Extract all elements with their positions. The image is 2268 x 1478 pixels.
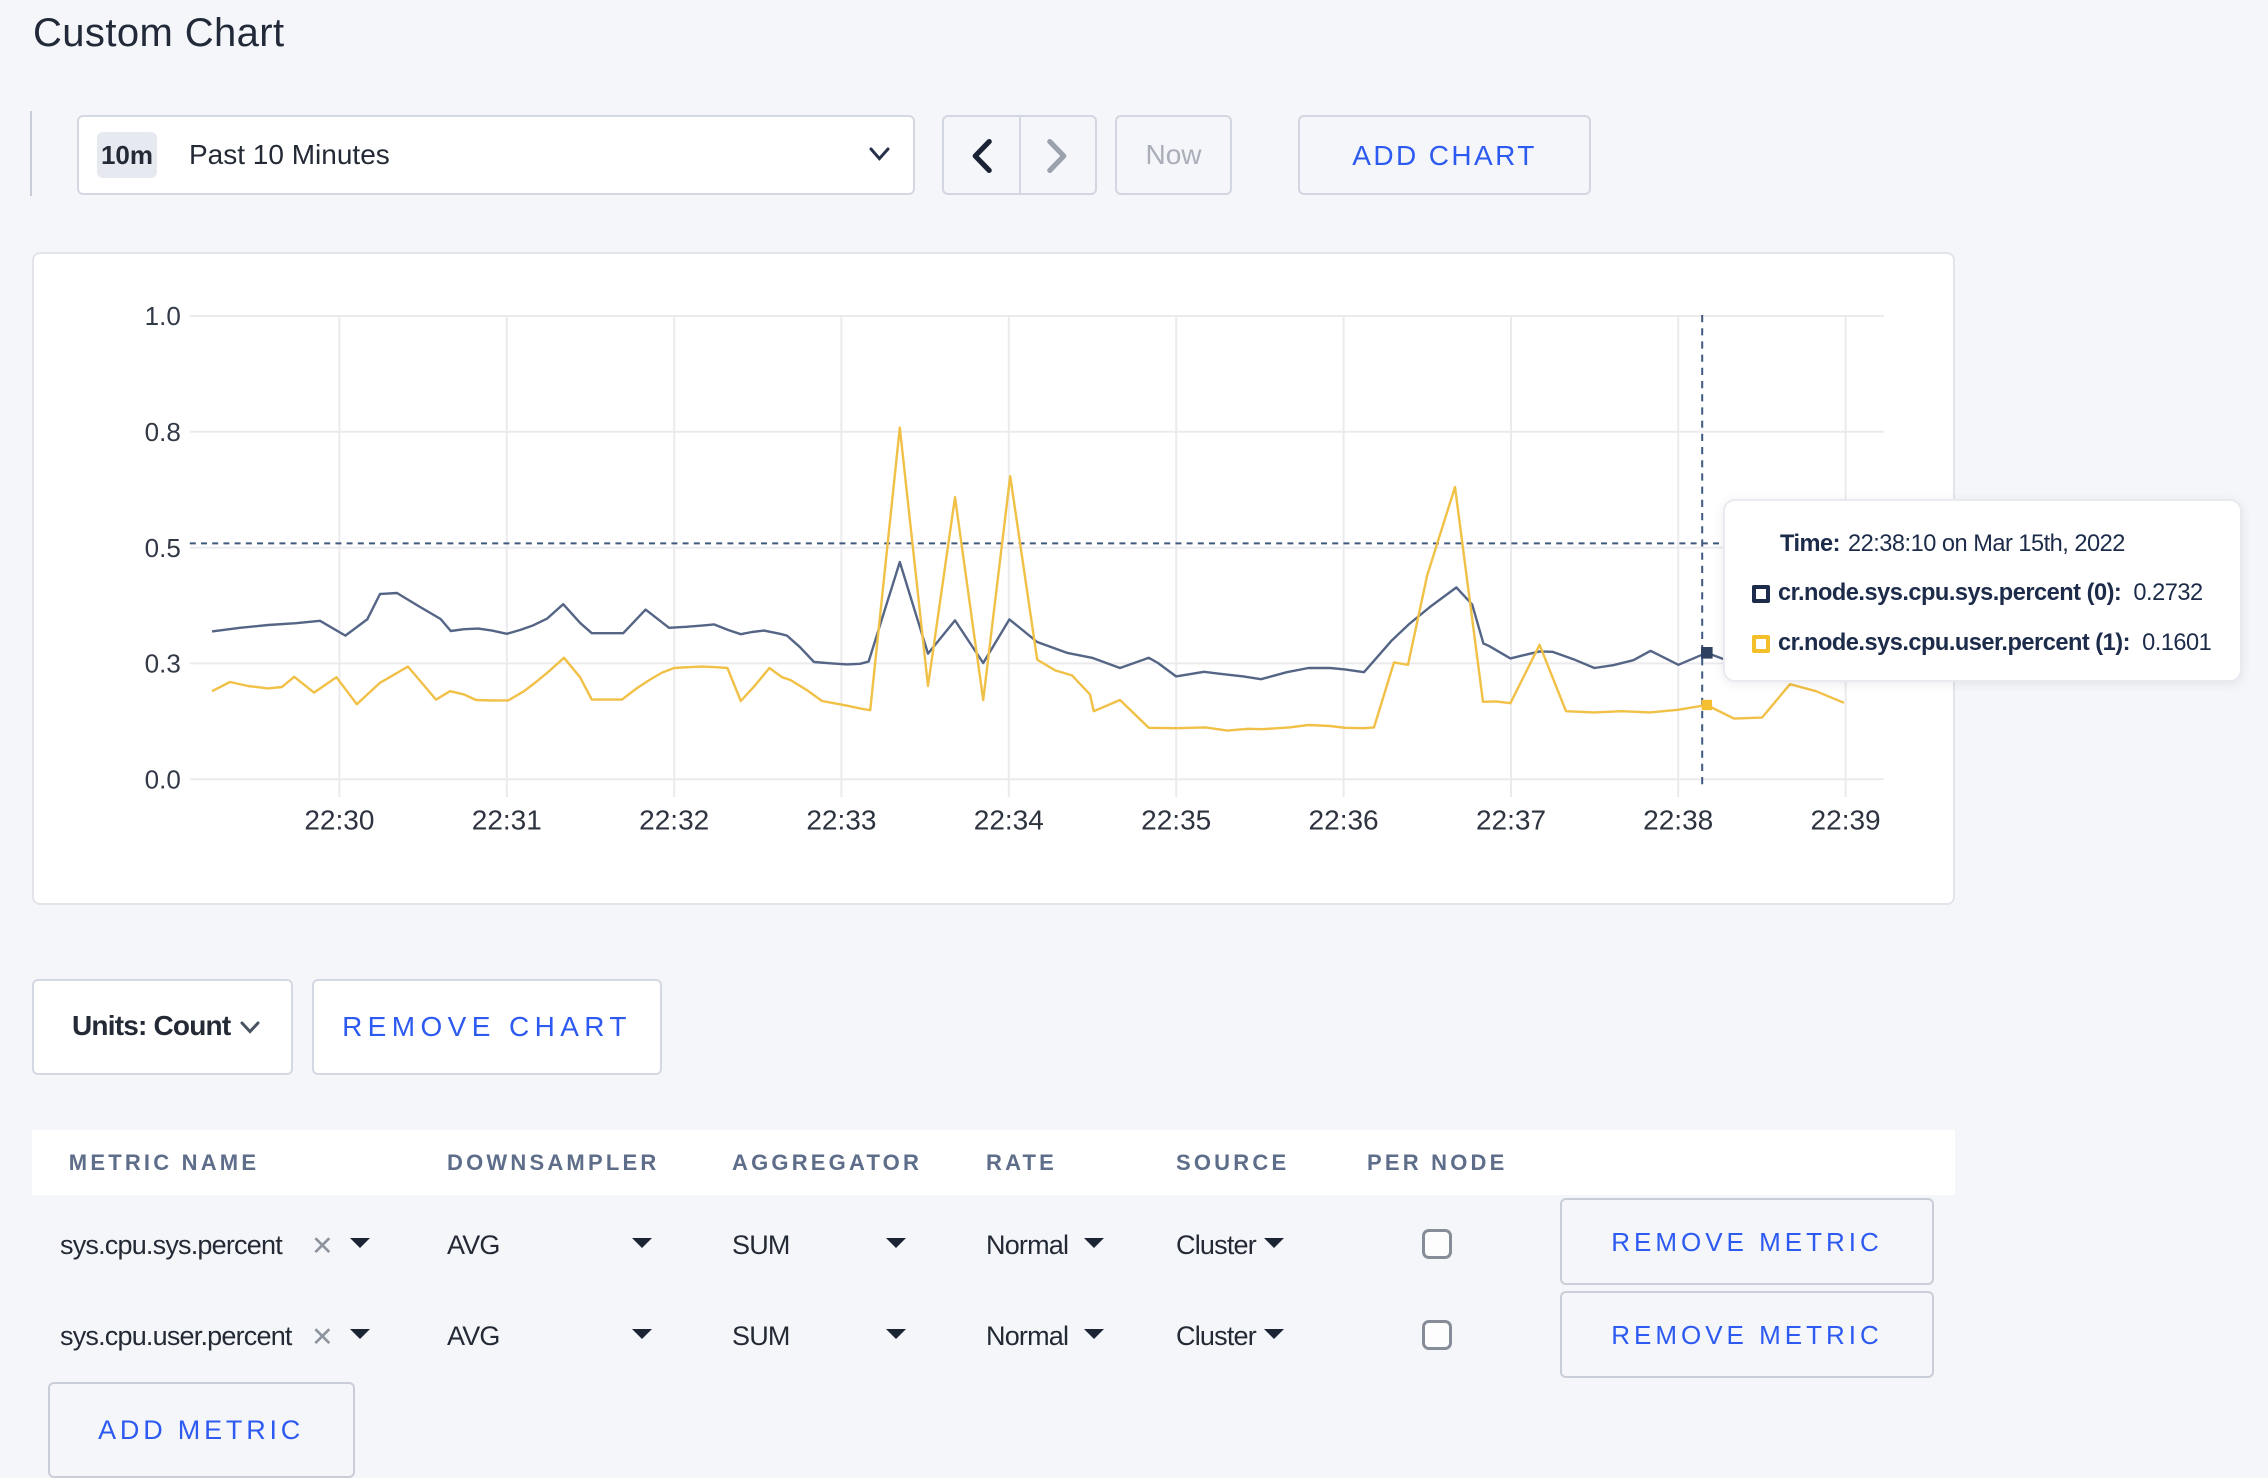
svg-text:0.3: 0.3 (145, 649, 181, 679)
svg-text:22:30: 22:30 (304, 805, 374, 836)
svg-text:22:38: 22:38 (1643, 805, 1713, 836)
svg-text:0.0: 0.0 (145, 764, 181, 794)
svg-text:22:34: 22:34 (974, 805, 1044, 836)
svg-text:0.5: 0.5 (145, 533, 181, 563)
svg-text:1.0: 1.0 (145, 301, 181, 331)
svg-text:0.8: 0.8 (145, 417, 181, 447)
svg-text:22:32: 22:32 (639, 805, 709, 836)
svg-text:22:36: 22:36 (1309, 805, 1379, 836)
svg-text:22:35: 22:35 (1141, 805, 1211, 836)
svg-text:22:33: 22:33 (806, 805, 876, 836)
svg-text:22:31: 22:31 (472, 805, 542, 836)
svg-text:22:37: 22:37 (1476, 805, 1546, 836)
svg-text:22:39: 22:39 (1811, 805, 1881, 836)
